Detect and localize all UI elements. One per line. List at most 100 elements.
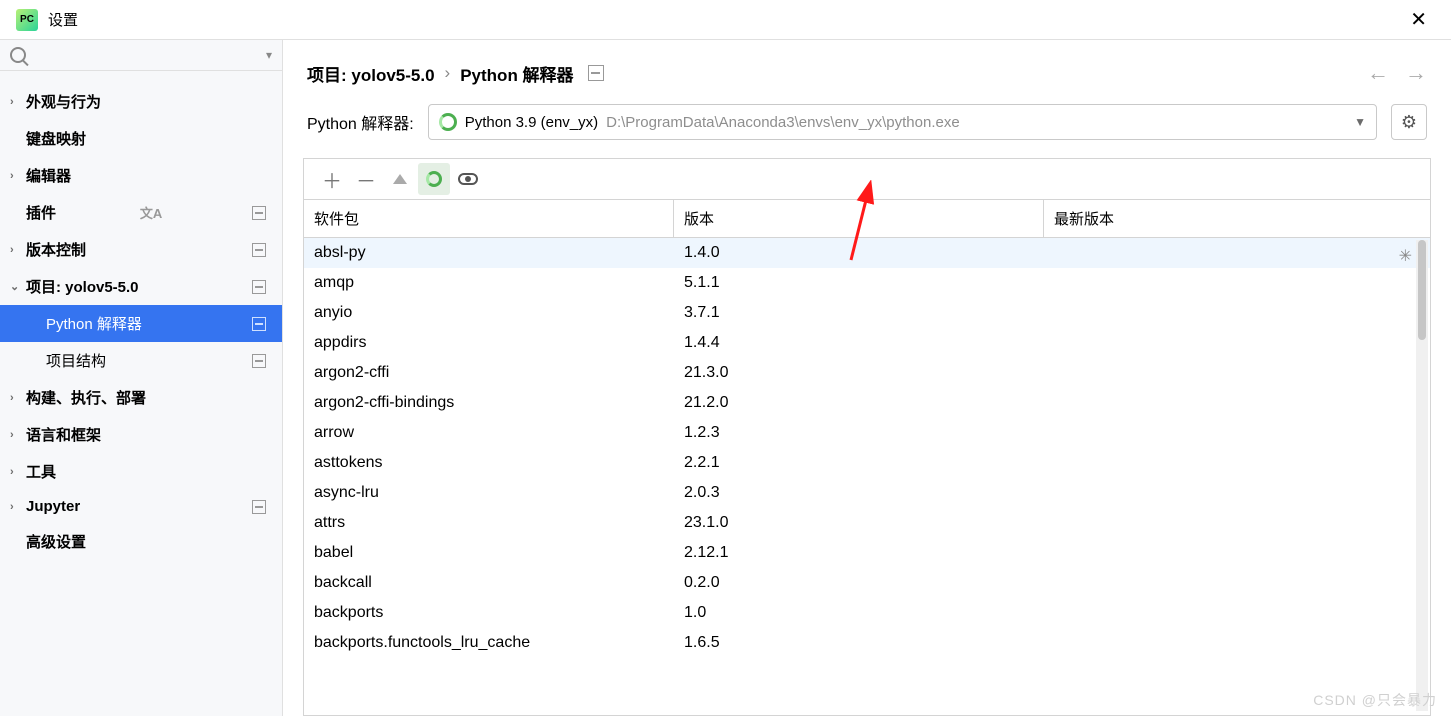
sidebar-item-label: 版本控制 — [26, 239, 86, 260]
scrollbar-thumb[interactable] — [1418, 240, 1426, 340]
package-toolbar: ＋ － — [303, 158, 1431, 199]
eye-icon — [458, 173, 478, 185]
sidebar-item-12[interactable]: 高级设置 — [0, 523, 282, 560]
scope-icon — [252, 280, 266, 294]
scrollbar[interactable] — [1416, 240, 1428, 711]
sidebar-item-label: 项目结构 — [46, 350, 106, 371]
conda-icon — [439, 113, 457, 131]
chevron-right-icon: › — [445, 63, 451, 83]
cell-name: absl-py — [304, 242, 674, 264]
cell-name: argon2-cffi — [304, 362, 674, 384]
search-row: ▾ — [0, 40, 282, 71]
interpreter-settings-button[interactable]: ⚙ — [1391, 104, 1427, 140]
table-row[interactable]: absl-py1.4.0 — [304, 238, 1430, 268]
sidebar-item-9[interactable]: › 语言和框架 — [0, 416, 282, 453]
forward-button[interactable]: → — [1405, 60, 1427, 86]
conda-filter-button[interactable] — [418, 163, 450, 195]
sidebar-item-11[interactable]: ›Jupyter — [0, 490, 282, 523]
sidebar-item-label: 语言和框架 — [26, 424, 101, 445]
sidebar-item-label: 工具 — [26, 461, 56, 482]
sidebar-item-label: 外观与行为 — [26, 91, 101, 112]
sidebar-item-label: 键盘映射 — [26, 128, 86, 149]
sidebar-item-8[interactable]: › 构建、执行、部署 — [0, 379, 282, 416]
cell-version: 1.4.4 — [674, 332, 1044, 354]
cell-latest — [1044, 512, 1430, 534]
cell-latest — [1044, 422, 1430, 444]
column-name[interactable]: 软件包 — [304, 200, 674, 237]
cell-version: 2.0.3 — [674, 482, 1044, 504]
gear-icon: ⚙ — [1401, 112, 1417, 133]
upgrade-package-button[interactable] — [384, 163, 416, 195]
interpreter-path: D:\ProgramData\Anaconda3\envs\env_yx\pyt… — [606, 114, 960, 131]
table-row[interactable]: arrow1.2.3 — [304, 418, 1430, 448]
cell-name: arrow — [304, 422, 674, 444]
column-version[interactable]: 版本 — [674, 200, 1044, 237]
interpreter-select[interactable]: Python 3.9 (env_yx) D:\ProgramData\Anaco… — [428, 104, 1377, 140]
watermark: CSDN @只会暴力 — [1313, 690, 1437, 710]
back-button[interactable]: ← — [1367, 60, 1389, 86]
sidebar-item-1[interactable]: 键盘映射 — [0, 120, 282, 157]
sidebar-item-7[interactable]: 项目结构 — [0, 342, 282, 379]
table-row[interactable]: attrs23.1.0 — [304, 508, 1430, 538]
table-header: 软件包 版本 最新版本 — [304, 200, 1430, 238]
breadcrumb-project: 项目: yolov5-5.0 — [307, 61, 435, 86]
table-row[interactable]: async-lru2.0.3 — [304, 478, 1430, 508]
remove-package-button[interactable]: － — [350, 163, 382, 195]
table-body: absl-py1.4.0amqp5.1.1anyio3.7.1appdirs1.… — [304, 238, 1430, 715]
chevron-icon: › — [10, 392, 22, 404]
show-early-releases-button[interactable] — [452, 163, 484, 195]
sidebar-item-4[interactable]: ›版本控制 — [0, 231, 282, 268]
chevron-down-icon: ▼ — [1354, 115, 1366, 129]
cell-latest — [1044, 602, 1430, 624]
close-icon[interactable]: ✕ — [1402, 7, 1435, 32]
sidebar-item-label: Python 解释器 — [46, 313, 142, 334]
interpreter-row: Python 解释器: Python 3.9 (env_yx) D:\Progr… — [283, 104, 1451, 158]
table-row[interactable]: backports1.0 — [304, 598, 1430, 628]
titlebar: PC 设置 ✕ — [0, 0, 1451, 40]
sidebar-item-label: 构建、执行、部署 — [26, 387, 146, 408]
add-package-button[interactable]: ＋ — [316, 163, 348, 195]
sidebar-item-0[interactable]: ›外观与行为 — [0, 83, 282, 120]
cell-latest — [1044, 572, 1430, 594]
column-latest[interactable]: 最新版本 — [1044, 200, 1430, 237]
table-row[interactable]: backcall0.2.0 — [304, 568, 1430, 598]
chevron-down-icon[interactable]: ▾ — [266, 48, 272, 62]
language-icon: 文A — [140, 203, 162, 222]
table-row[interactable]: appdirs1.4.4 — [304, 328, 1430, 358]
chevron-icon: › — [10, 501, 22, 513]
cell-latest — [1044, 632, 1430, 654]
table-row[interactable]: backports.functools_lru_cache1.6.5 — [304, 628, 1430, 658]
chevron-icon: › — [10, 466, 22, 478]
search-input[interactable] — [32, 46, 260, 64]
cell-version: 2.12.1 — [674, 542, 1044, 564]
table-row[interactable]: argon2-cffi-bindings21.2.0 — [304, 388, 1430, 418]
table-row[interactable]: anyio3.7.1 — [304, 298, 1430, 328]
scope-icon — [252, 206, 266, 220]
sidebar-item-6[interactable]: Python 解释器 — [0, 305, 282, 342]
breadcrumb-bar: 项目: yolov5-5.0 › Python 解释器 ← → — [283, 40, 1451, 104]
cell-name: backcall — [304, 572, 674, 594]
cell-version: 21.3.0 — [674, 362, 1044, 384]
cell-latest — [1044, 452, 1430, 474]
table-row[interactable]: argon2-cffi21.3.0 — [304, 358, 1430, 388]
sidebar-item-3[interactable]: 插件文A — [0, 194, 282, 231]
cell-name: anyio — [304, 302, 674, 324]
cell-name: babel — [304, 542, 674, 564]
scope-icon — [252, 317, 266, 331]
sidebar-item-2[interactable]: ›编辑器 — [0, 157, 282, 194]
interpreter-label: Python 解释器: — [307, 110, 414, 134]
table-row[interactable]: asttokens2.2.1 — [304, 448, 1430, 478]
chevron-icon: › — [10, 429, 22, 441]
cell-version: 1.0 — [674, 602, 1044, 624]
main: ▾ ›外观与行为键盘映射›编辑器插件文A›版本控制⌄项目: yolov5-5.0… — [0, 40, 1451, 716]
scope-icon — [252, 243, 266, 257]
table-row[interactable]: babel2.12.1 — [304, 538, 1430, 568]
sidebar-item-10[interactable]: › 工具 — [0, 453, 282, 490]
window-title: 设置 — [48, 9, 78, 30]
chevron-icon: ⌄ — [10, 280, 22, 293]
package-table: 软件包 版本 最新版本 absl-py1.4.0amqp5.1.1anyio3.… — [303, 199, 1431, 716]
sidebar-item-5[interactable]: ⌄项目: yolov5-5.0 — [0, 268, 282, 305]
cell-version: 1.4.0 — [674, 242, 1044, 264]
loading-spinner-icon: ✳ — [1399, 246, 1412, 266]
table-row[interactable]: amqp5.1.1 — [304, 268, 1430, 298]
